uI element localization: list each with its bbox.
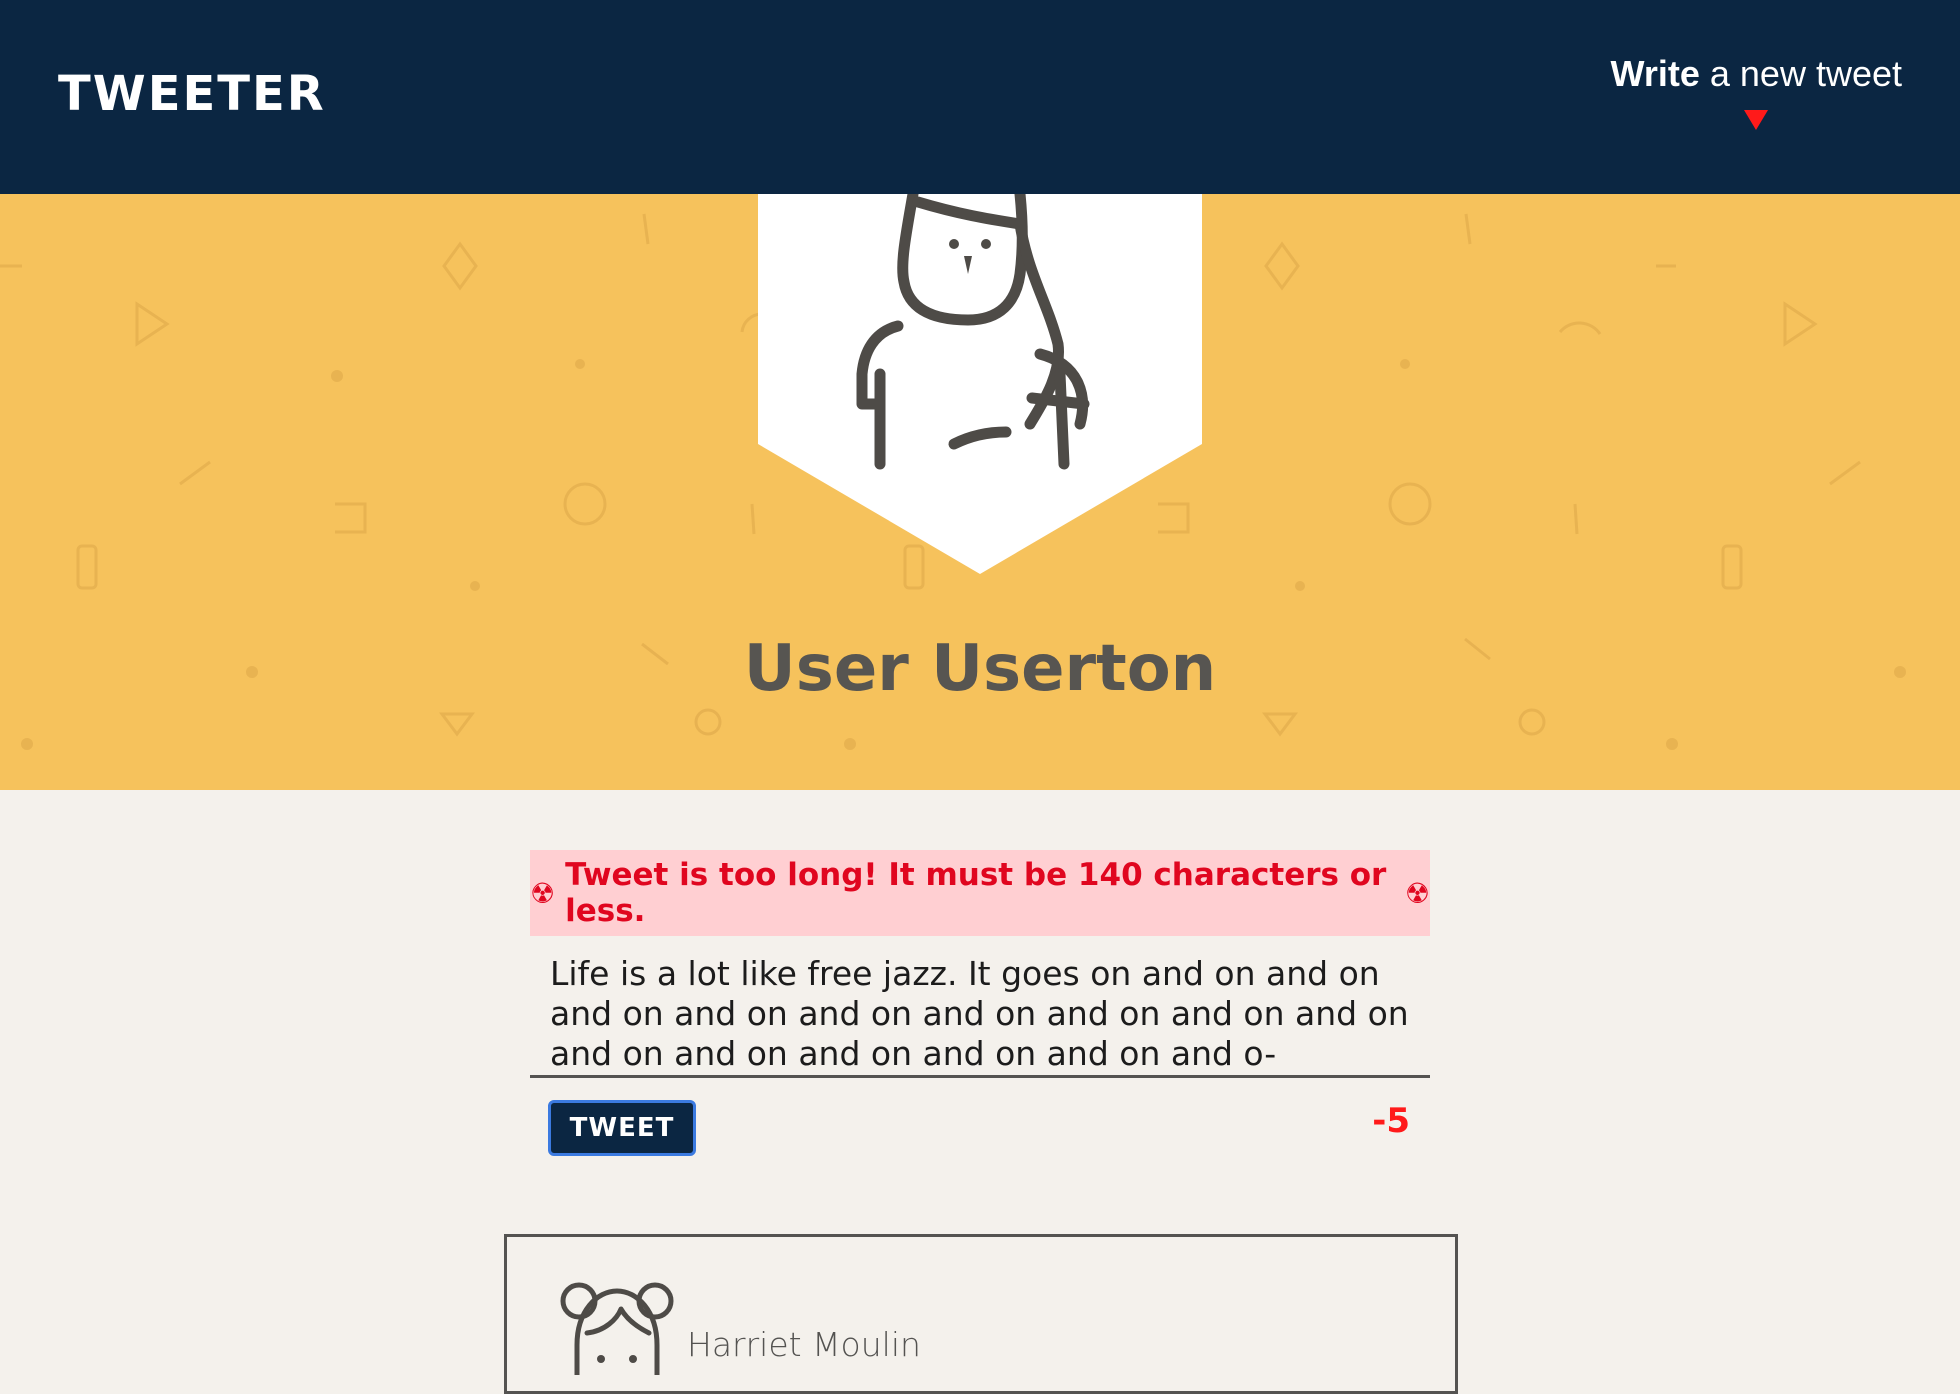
tweet-author-name[interactable]: Harriet Moulin: [687, 1325, 921, 1364]
profile-header: User Userton: [0, 194, 1960, 790]
brand-logo[interactable]: TWEETER: [58, 70, 326, 118]
arrow-down-icon[interactable]: [1744, 110, 1768, 130]
user-avatar-icon: [560, 1282, 674, 1375]
top-nav: TWEETER Write a new tweet: [0, 0, 1960, 194]
hazard-icon: ☢: [530, 876, 556, 910]
profile-name: User Userton: [743, 632, 1217, 706]
compose-tweet-toggle[interactable]: Write a new tweet: [1611, 56, 1902, 92]
profile-avatar: [758, 194, 1202, 574]
compose-toggle-label: a new tweet: [1699, 53, 1902, 94]
tweet-card: Harriet Moulin: [504, 1234, 1458, 1394]
error-message: Tweet is too long! It must be 140 charac…: [565, 857, 1387, 929]
tweet-submit-button[interactable]: TWEET: [548, 1100, 696, 1156]
character-counter: -5: [1372, 1101, 1410, 1141]
compose-toggle-bold: Write: [1610, 53, 1700, 94]
error-banner: ☢ Tweet is too long! It must be 140 char…: [530, 850, 1430, 936]
tweet-input[interactable]: Life is a lot like free jazz. It goes on…: [530, 950, 1430, 1078]
hazard-icon: ☢: [1404, 876, 1430, 910]
